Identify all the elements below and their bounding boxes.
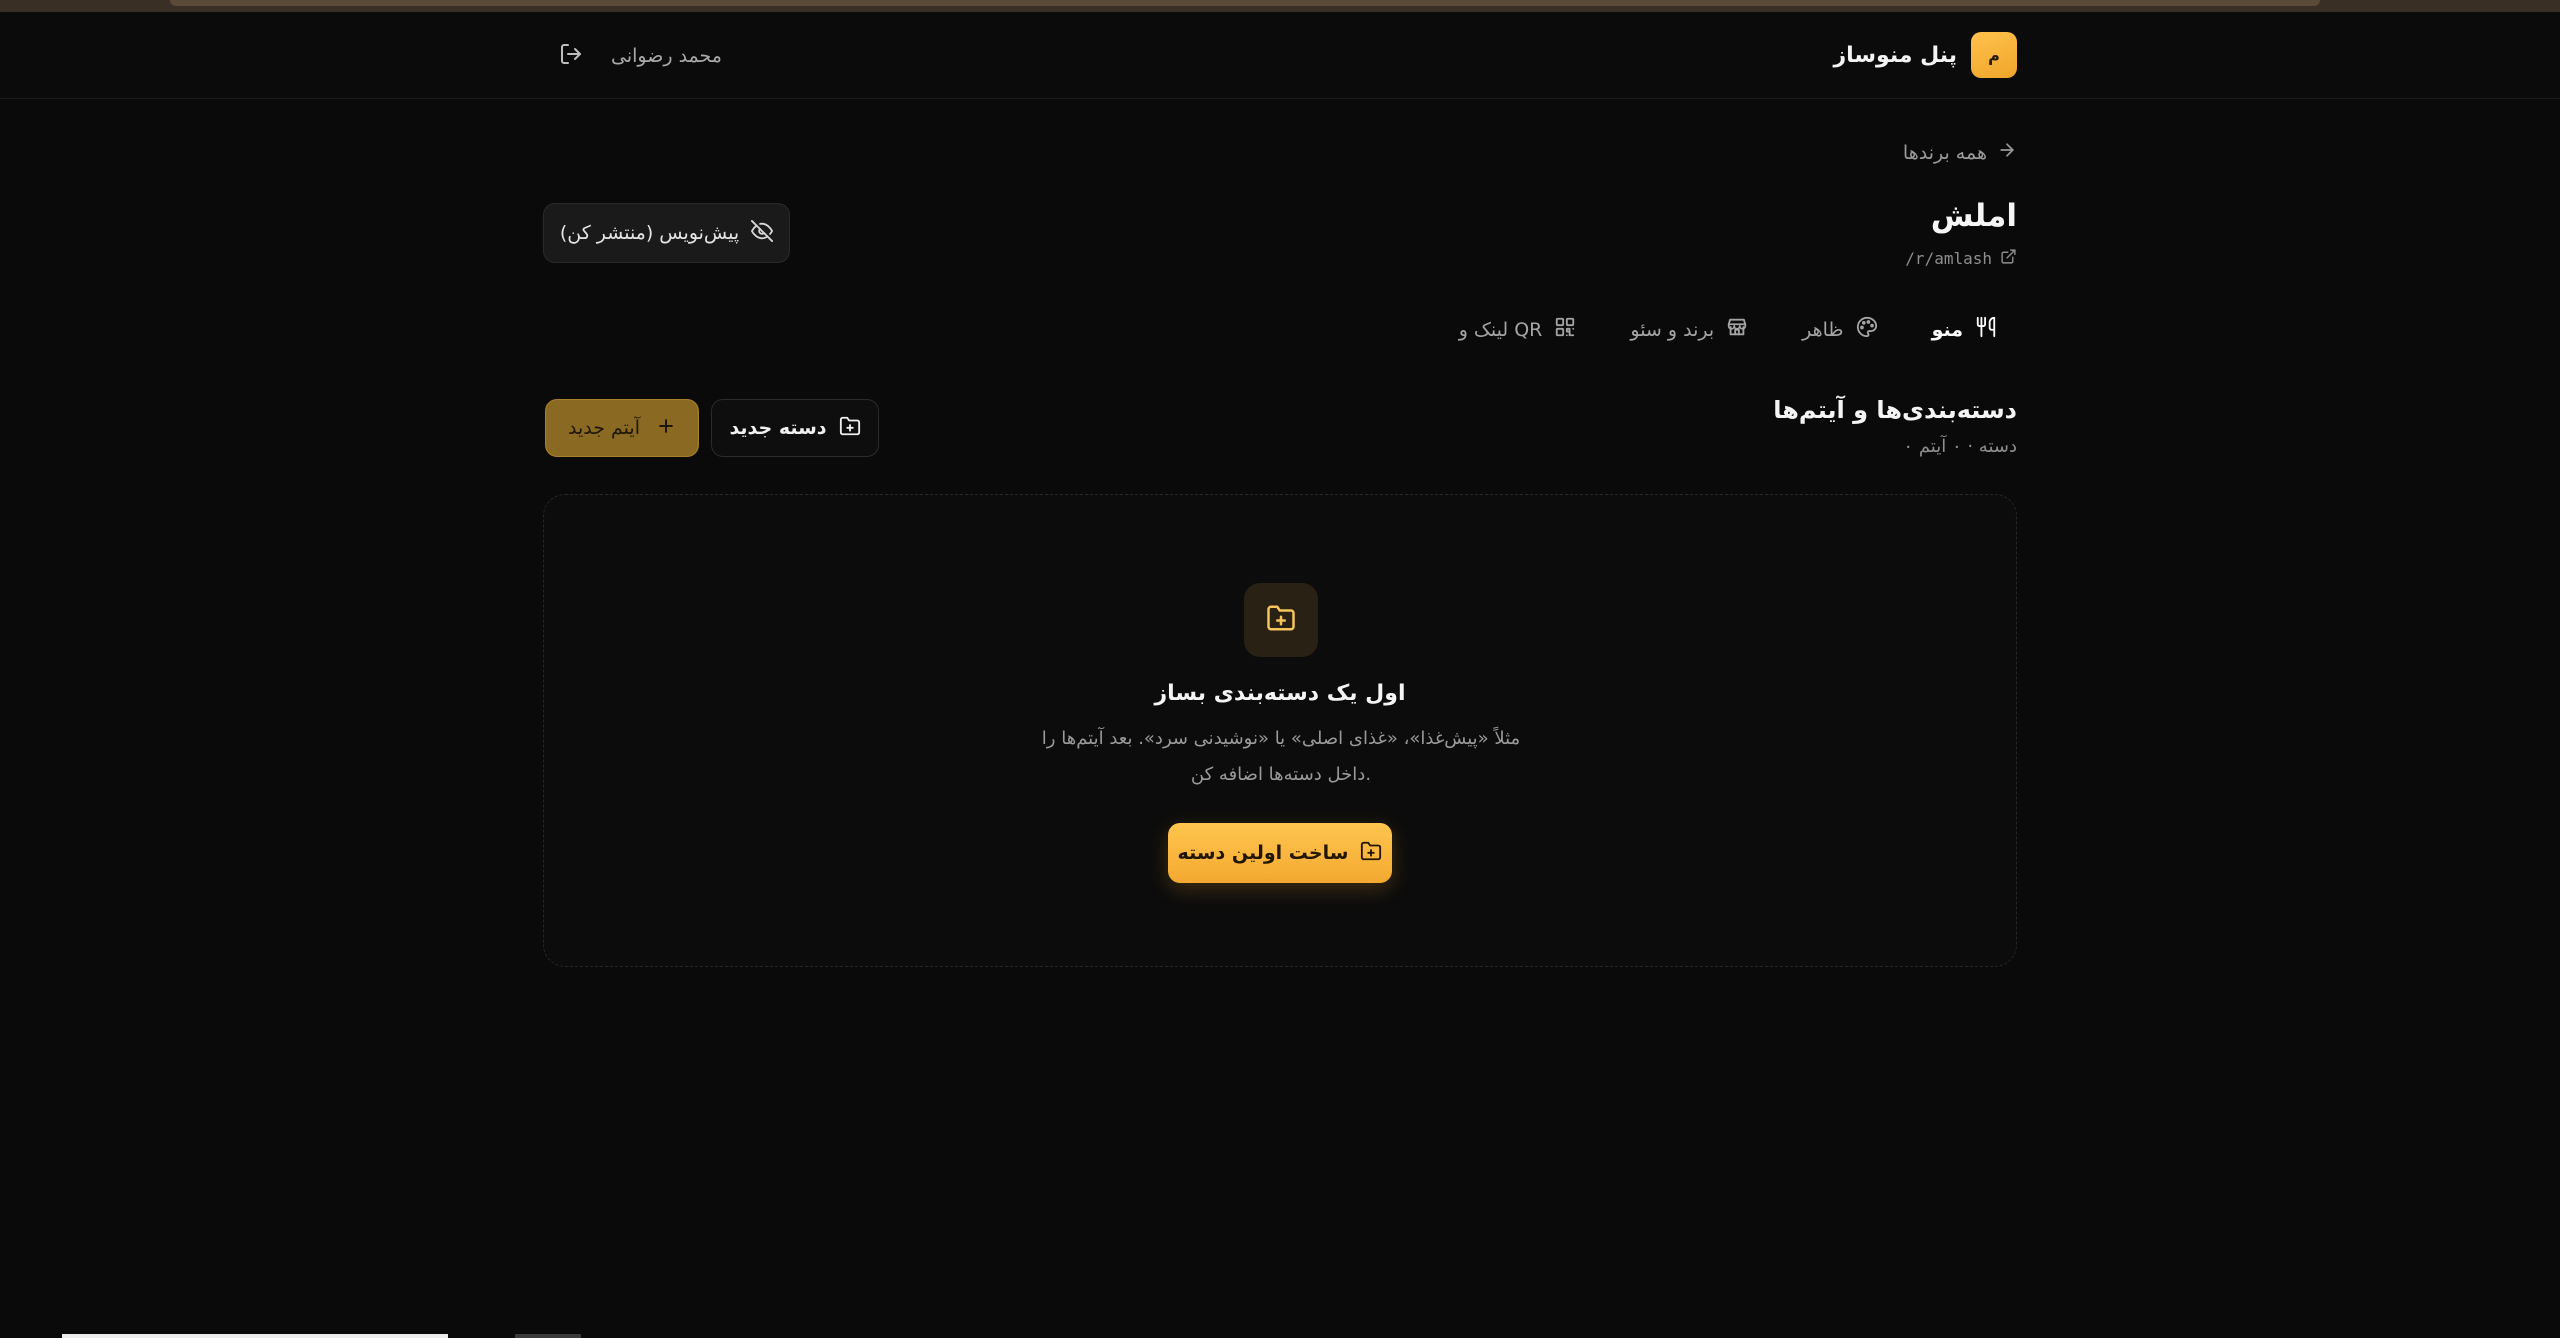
page-title: املش (1930, 198, 2017, 234)
scrollbar-segment (515, 1334, 581, 1338)
palette-icon (1856, 316, 1878, 343)
back-to-brands-link[interactable]: همه برندها (1903, 140, 2017, 165)
user-name: محمد رضوانی (611, 45, 722, 67)
brand-tabs: منو ظاهر برند و سئو لینک و QR (1459, 316, 1997, 343)
browser-top-strip (0, 0, 2560, 12)
empty-state-icon-box (1244, 583, 1318, 657)
tab-label: ظاهر (1802, 318, 1844, 341)
new-category-label: دسته جدید (729, 417, 827, 439)
new-item-button[interactable]: آیتم جدید (545, 399, 699, 457)
eye-off-icon (751, 219, 774, 247)
qr-code-icon (1554, 316, 1576, 343)
empty-state-description-line: داخل دسته‌ها اضافه کن. (1190, 764, 1372, 785)
empty-state-title: اول یک دسته‌بندی بساز (1154, 681, 1406, 706)
tab-label: منو (1931, 318, 1963, 341)
back-label: همه برندها (1902, 141, 1987, 164)
tab-menu[interactable]: منو (1932, 316, 1997, 343)
tab-appearance[interactable]: ظاهر (1802, 316, 1877, 343)
create-first-category-button[interactable]: ساخت اولین دسته (1168, 823, 1392, 883)
app-header: م پنل منوساز محمد رضوانی (0, 12, 2560, 99)
tab-link-qr[interactable]: لینک و QR (1459, 316, 1577, 343)
brand-avatar: م (1971, 32, 2017, 78)
tab-brand-seo[interactable]: برند و سئو (1630, 316, 1748, 343)
store-icon (1726, 316, 1748, 343)
tab-label: برند و سئو (1630, 318, 1715, 341)
slug-text: /r/amlash (1905, 249, 1992, 268)
empty-state-description-line: مثلاً «پیش‌غذا»، «غذای اصلی» یا «نوشیدنی… (1041, 728, 1521, 749)
external-link-icon (2000, 248, 2017, 269)
plus-icon (656, 416, 676, 441)
app-title: پنل منوساز (1833, 42, 1958, 68)
tab-label: لینک و QR (1458, 318, 1543, 341)
section-title: دسته‌بندی‌ها و آیتم‌ها (1773, 396, 2017, 424)
new-item-label: آیتم جدید (568, 417, 640, 439)
arrow-right-icon (1997, 140, 2017, 165)
publish-toggle-button[interactable]: پیش‌نویس (منتشر کن) (543, 203, 790, 263)
status-label: پیش‌نویس (منتشر کن) (559, 222, 740, 244)
create-first-category-label: ساخت اولین دسته (1177, 842, 1349, 864)
logout-icon[interactable] (559, 42, 583, 70)
horizontal-scrollbar[interactable] (62, 1334, 448, 1338)
folder-plus-icon (839, 415, 861, 442)
folder-plus-icon (1360, 840, 1382, 867)
empty-state-description: مثلاً «پیش‌غذا»، «غذای اصلی» یا «نوشیدنی… (1031, 721, 1531, 793)
user-menu: محمد رضوانی (559, 42, 722, 70)
folder-plus-icon (1266, 603, 1296, 637)
empty-state-card: اول یک دسته‌بندی بساز مثلاً «پیش‌غذا»، «… (543, 494, 2017, 967)
utensils-icon (1975, 316, 1997, 343)
app-brand[interactable]: م پنل منوساز (1833, 32, 2017, 78)
menu-public-link[interactable]: /r/amlash (1905, 248, 2017, 269)
section-counts: ۰ دسته · ۰ آیتم (1903, 436, 2017, 457)
new-category-button[interactable]: دسته جدید (711, 399, 879, 457)
